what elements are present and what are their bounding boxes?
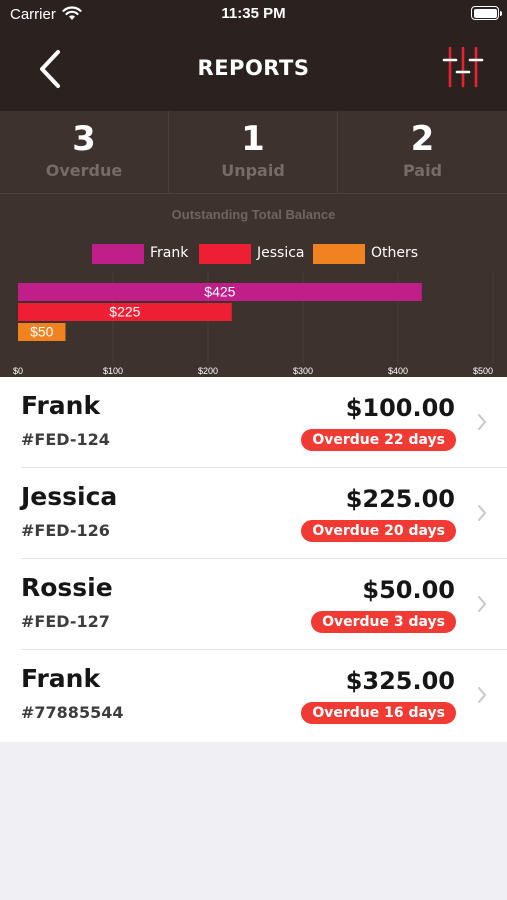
- legend-label: Jessica: [257, 245, 305, 261]
- page-title: REPORTS: [197, 56, 310, 80]
- stat-unpaid: 1 Unpaid: [169, 111, 338, 193]
- sliders-icon[interactable]: [440, 44, 486, 90]
- invoice-code: #FED-127: [21, 612, 110, 631]
- invoice-row[interactable]: Jessica #FED-126 $225.00 Overdue 20 days: [0, 468, 507, 559]
- x-tick-label: $0: [13, 366, 23, 376]
- legend-swatch: [92, 244, 144, 264]
- x-tick-label: $300: [293, 366, 313, 376]
- client-name: Rossie: [21, 573, 113, 602]
- invoice-row[interactable]: Frank #FED-124 $100.00 Overdue 22 days: [0, 377, 507, 468]
- bar-value-label: $425: [204, 284, 235, 300]
- client-name: Jessica: [21, 482, 118, 511]
- stat-value: 2: [410, 119, 435, 159]
- stat-paid: 2 Paid: [338, 111, 507, 193]
- bar-value-label: $225: [109, 304, 140, 320]
- invoice-amount: $325.00: [345, 667, 455, 695]
- invoice-code: #FED-126: [21, 521, 110, 540]
- invoice-amount: $50.00: [362, 576, 455, 604]
- status-badge: Overdue 22 days: [301, 429, 456, 451]
- status-badge: Overdue 3 days: [311, 611, 456, 633]
- legend-swatch: [199, 244, 251, 264]
- x-tick-label: $400: [388, 366, 408, 376]
- chevron-right-icon: [478, 505, 486, 521]
- report-summary-panel: 3 Overdue 1 Unpaid 2 Paid Outstanding To…: [0, 111, 507, 377]
- status-badge: Overdue 20 days: [301, 520, 456, 542]
- invoice-code: #FED-124: [21, 430, 110, 449]
- balance-bar-chart: $0 $100 $200 $300 $400 $500 $425 $225 $50: [13, 271, 494, 376]
- bar-value-label: $50: [30, 324, 54, 340]
- battery-icon: [471, 6, 502, 20]
- invoice-list: Frank #FED-124 $100.00 Overdue 22 days J…: [0, 377, 507, 742]
- chevron-right-icon: [478, 596, 486, 612]
- invoice-amount: $100.00: [345, 394, 455, 422]
- legend-label: Frank: [150, 245, 189, 261]
- status-time: 11:35 PM: [221, 5, 286, 22]
- stat-value: 1: [241, 119, 265, 159]
- invoice-row[interactable]: Rossie #FED-127 $50.00 Overdue 3 days: [0, 559, 507, 650]
- x-tick-label: $200: [198, 366, 218, 376]
- invoice-code: #77885544: [21, 703, 124, 722]
- x-tick-label: $100: [103, 366, 123, 376]
- chevron-right-icon: [478, 687, 486, 703]
- stat-overdue: 3 Overdue: [0, 111, 169, 193]
- stat-label: Unpaid: [221, 161, 285, 180]
- divider: [0, 193, 507, 194]
- client-name: Frank: [21, 391, 101, 420]
- client-name: Frank: [21, 664, 101, 693]
- legend-label: Others: [371, 245, 419, 261]
- x-tick-label: $500: [473, 366, 493, 376]
- stat-label: Overdue: [45, 161, 123, 180]
- invoice-amount: $225.00: [345, 485, 455, 513]
- status-badge: Overdue 16 days: [301, 702, 456, 724]
- chart-title: Outstanding Total Balance: [171, 207, 336, 222]
- stat-value: 3: [72, 119, 96, 159]
- stat-label: Paid: [402, 161, 443, 180]
- legend-swatch: [313, 244, 365, 264]
- header-bar: Carrier 11:35 PM REPORTS: [0, 0, 507, 111]
- invoice-row[interactable]: Frank #77885544 $325.00 Overdue 16 days: [0, 650, 507, 741]
- status-bar: Carrier 11:35 PM: [0, 0, 507, 28]
- chevron-right-icon: [478, 414, 486, 430]
